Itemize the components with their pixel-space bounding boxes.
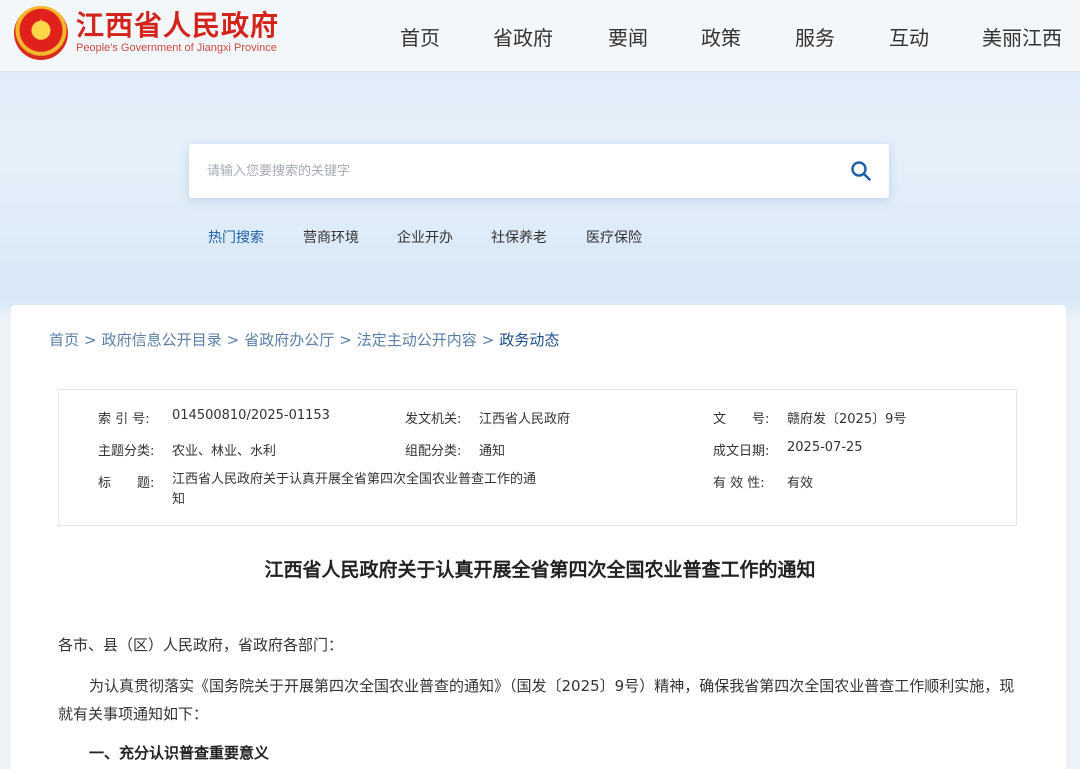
breadcrumb-separator: > xyxy=(84,331,97,349)
document-meta-table: 索 引 号: 014500810/2025-01153 发文机关: 江西省人民政… xyxy=(58,389,1017,526)
section-heading: 一、充分认识普查重要意义 xyxy=(89,744,270,762)
docno-value: 赣府发〔2025〕9号 xyxy=(787,412,907,427)
nav-beautiful-jiangxi[interactable]: 美丽江西 xyxy=(982,22,1062,51)
nav-home[interactable]: 首页 xyxy=(400,22,440,51)
breadcrumb-separator: > xyxy=(226,331,240,349)
document-paragraph: 为认真贯彻落实《国务院关于开展第四次全国农业普查的通知》（国发〔2025〕9号）… xyxy=(58,677,1015,723)
validity-label: 有 效 性: xyxy=(713,476,765,491)
main-nav: 首页 省政府 要闻 政策 服务 互动 美丽江西 xyxy=(0,22,1080,50)
nav-policy[interactable]: 政策 xyxy=(701,22,741,51)
title-label: 标 题: xyxy=(98,476,155,491)
nav-news[interactable]: 要闻 xyxy=(608,22,648,51)
genre-label: 组配分类: xyxy=(405,444,462,459)
date-label: 成文日期: xyxy=(713,444,770,459)
search-box xyxy=(189,144,889,198)
title-value: 江西省人民政府关于认真开展全省第四次全国农业普查工作的通知 xyxy=(172,472,537,507)
topic-value: 农业、林业、水利 xyxy=(172,444,277,459)
search-input[interactable] xyxy=(207,158,827,184)
hot-search-row: 热门搜索 营商环境 企业开办 社保养老 医疗保险 xyxy=(0,227,1080,247)
docno-label: 文 号: xyxy=(713,412,770,427)
search-icon[interactable] xyxy=(850,160,872,182)
hot-term-social-pension[interactable]: 社保养老 xyxy=(491,227,547,247)
issuer-label: 发文机关: xyxy=(405,412,462,427)
hot-term-medical-insurance[interactable]: 医疗保险 xyxy=(586,227,642,247)
topic-label: 主题分类: xyxy=(98,444,155,459)
document-salutation: 各市、县（区）人民政府，省政府各部门： xyxy=(58,636,344,654)
validity-value: 有效 xyxy=(787,476,814,491)
nav-interaction[interactable]: 互动 xyxy=(889,22,929,51)
nav-services[interactable]: 服务 xyxy=(795,22,835,51)
breadcrumb-home[interactable]: 首页 xyxy=(49,331,79,349)
hot-term-business-environment[interactable]: 营商环境 xyxy=(303,227,359,247)
hot-search-label: 热门搜索 xyxy=(208,230,264,246)
document-title: 江西省人民政府关于认真开展全省第四次全国农业普查工作的通知 xyxy=(264,559,816,581)
breadcrumb-public-content[interactable]: 法定主动公开内容 xyxy=(357,331,477,349)
nav-provincial-government[interactable]: 省政府 xyxy=(493,22,553,51)
hot-term-company-setup[interactable]: 企业开办 xyxy=(397,227,453,247)
index-label: 索 引 号: xyxy=(98,412,150,427)
breadcrumb-separator: > xyxy=(339,331,352,349)
breadcrumb-info-catalog[interactable]: 政府信息公开目录 xyxy=(102,331,222,349)
breadcrumb-separator: > xyxy=(481,331,495,349)
index-value: 014500810/2025-01153 xyxy=(172,408,330,423)
genre-value: 通知 xyxy=(479,444,506,459)
site-header: ★ 江西省人民政府 People's Government of Jiangxi… xyxy=(0,0,1080,72)
breadcrumb-general-office[interactable]: 省政府办公厅 xyxy=(244,331,334,349)
issuer-value: 江西省人民政府 xyxy=(479,412,571,427)
breadcrumb-current[interactable]: 政务动态 xyxy=(499,331,559,349)
breadcrumb: 首页 > 政府信息公开目录 > 省政府办公厅 > 法定主动公开内容 > 政务动态 xyxy=(49,329,559,350)
date-value: 2025-07-25 xyxy=(787,440,863,455)
